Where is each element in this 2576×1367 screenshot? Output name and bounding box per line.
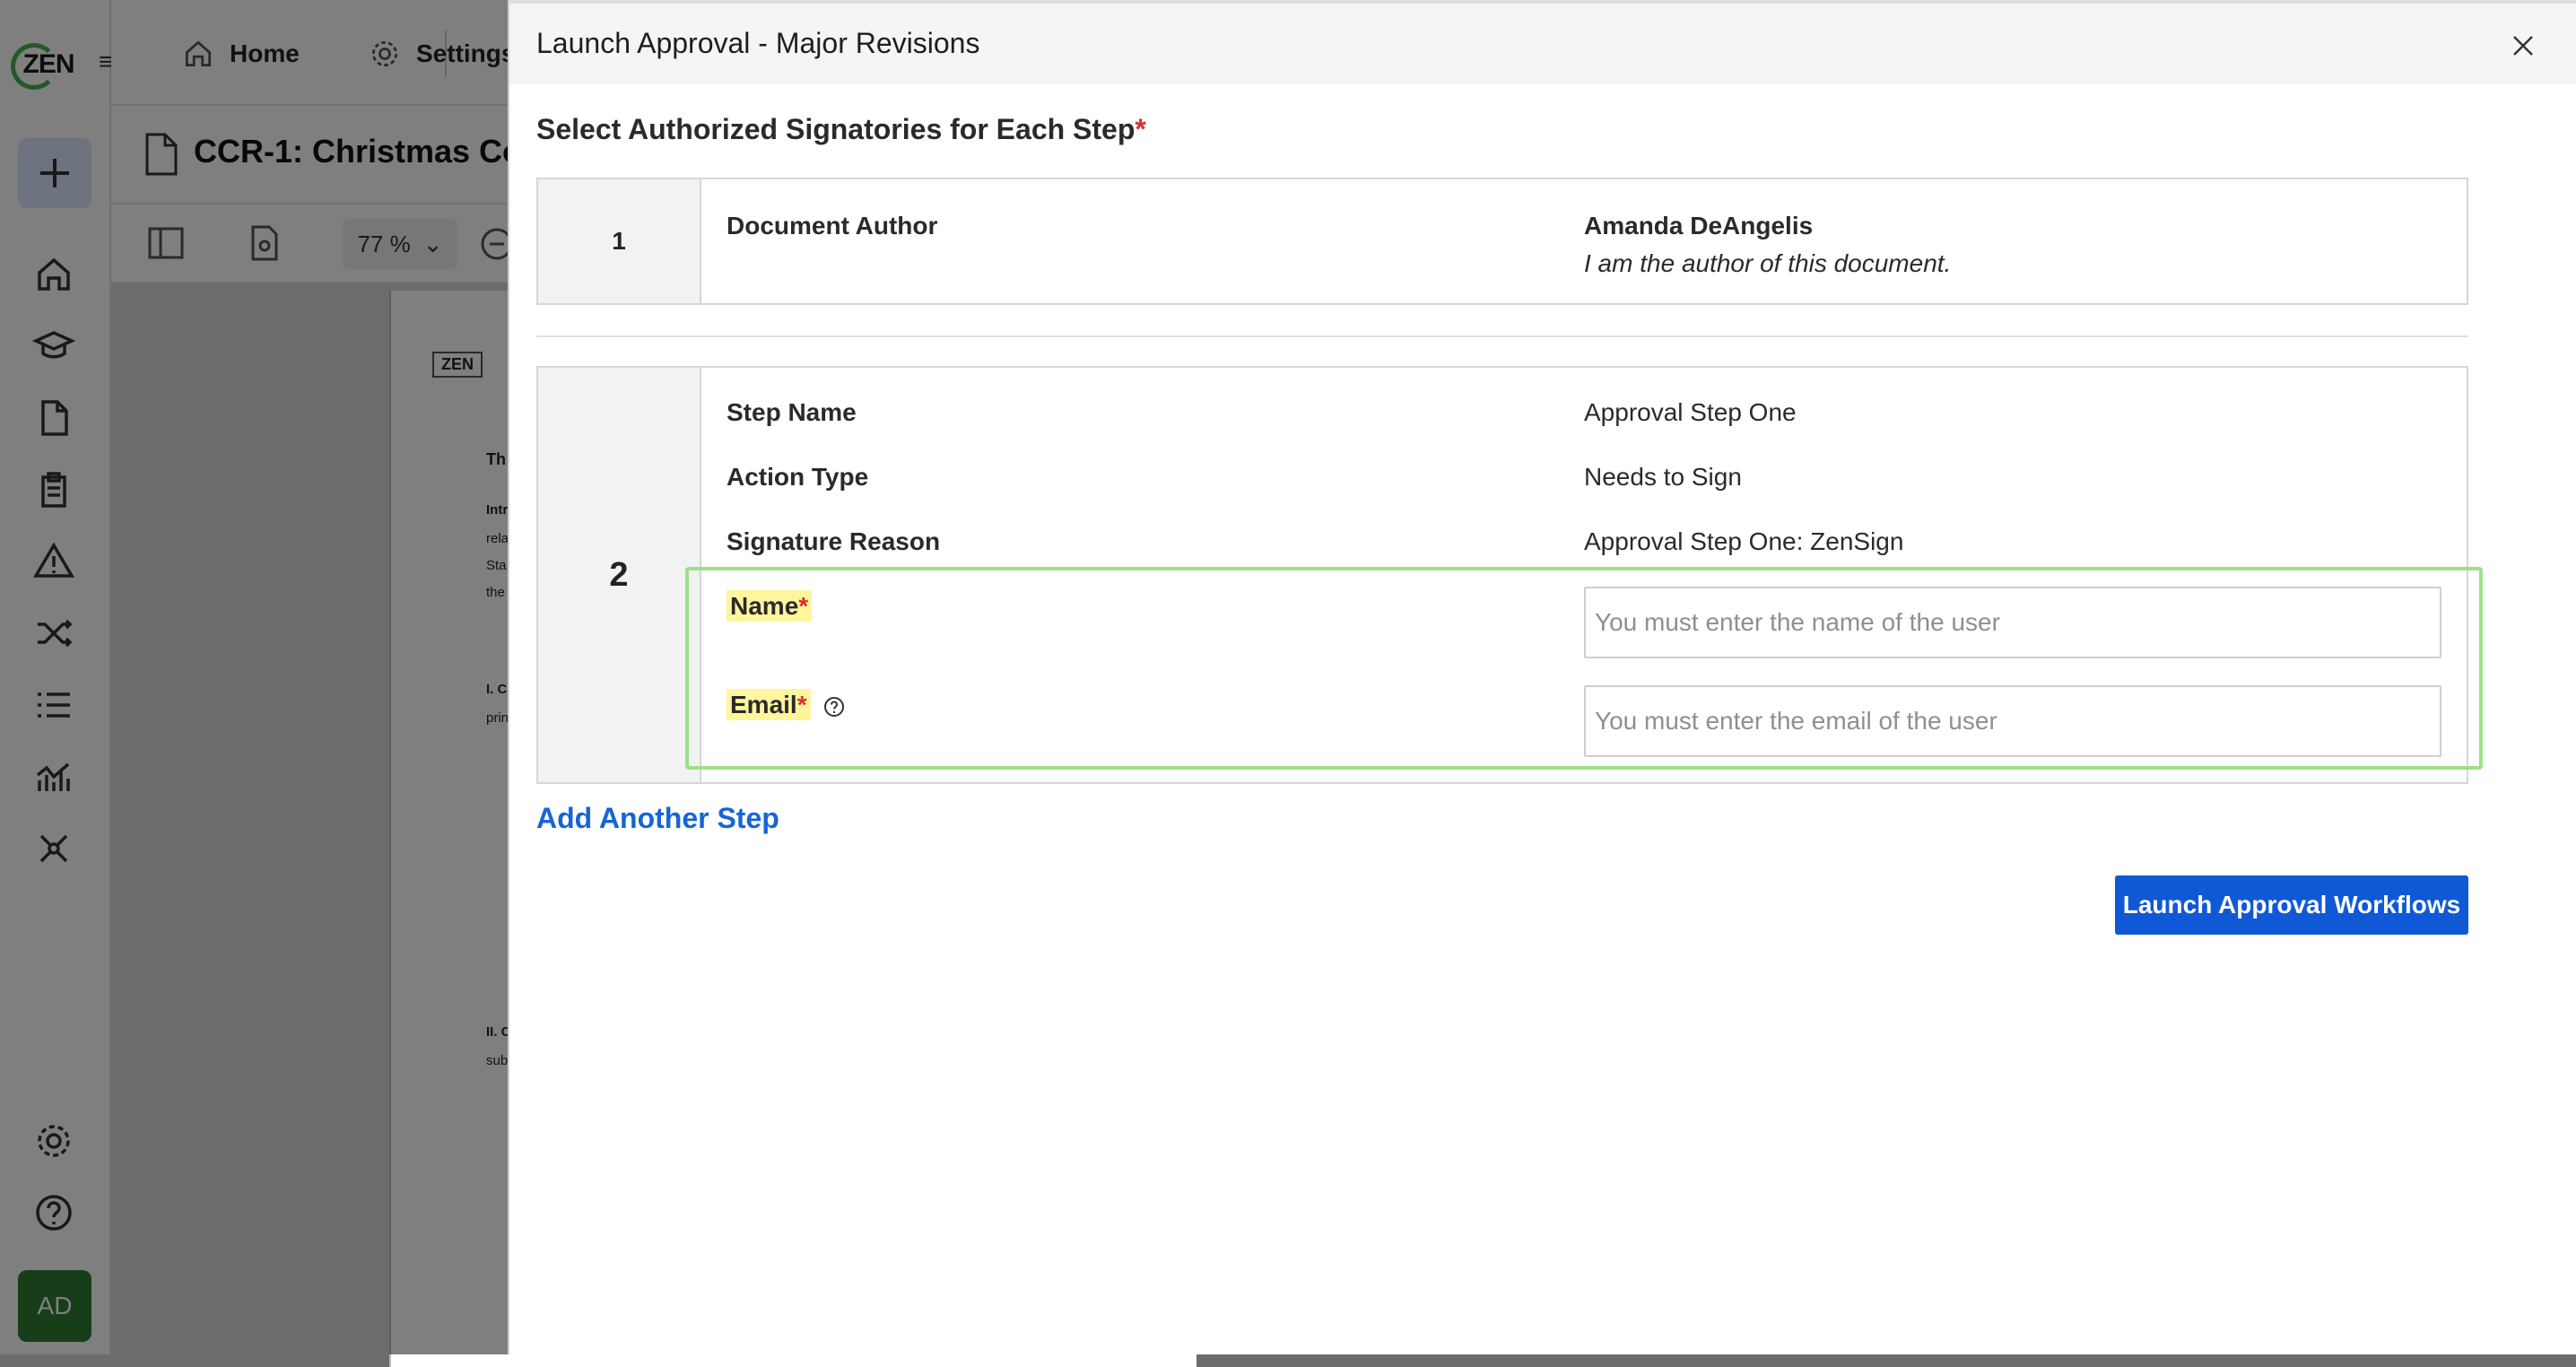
signature-reason-value: Approval Step One: ZenSign <box>1584 527 1904 555</box>
email-field-label: Email* <box>727 689 846 720</box>
section-title-text: Select Authorized Signatories for Each S… <box>536 113 1136 145</box>
close-icon <box>2513 36 2533 56</box>
launch-approval-drawer: Launch Approval - Major Revisions Select… <box>508 0 2576 1354</box>
action-type-value: Needs to Sign <box>1584 463 1742 491</box>
name-label-text: Name* <box>727 590 813 622</box>
email-input[interactable] <box>1584 685 2441 757</box>
author-note: I am the author of this document. <box>1584 249 1952 277</box>
author-name: Amanda DeAngelis <box>1584 212 1814 239</box>
name-input[interactable] <box>1584 587 2441 658</box>
action-type-label: Action Type <box>727 463 869 491</box>
step-card-2: 2 Step Name Approval Step One Action Typ… <box>536 366 2468 784</box>
add-another-step-link[interactable]: Add Another Step <box>536 802 779 835</box>
step-name-value: Approval Step One <box>1584 398 1797 426</box>
step-name-label: Step Name <box>727 398 857 426</box>
close-button[interactable] <box>2508 30 2538 61</box>
required-marker: * <box>1135 113 1146 145</box>
email-label-text: Email* <box>727 689 811 720</box>
drawer-header: Launch Approval - Major Revisions <box>509 0 2576 84</box>
step-divider <box>536 335 2468 337</box>
drawer-title: Launch Approval - Major Revisions <box>536 27 980 59</box>
document-author-label: Document Author <box>727 212 938 239</box>
step-number: 2 <box>538 368 701 782</box>
signature-reason-label: Signature Reason <box>727 527 941 555</box>
launch-approval-workflows-button[interactable]: Launch Approval Workflows <box>2115 875 2468 935</box>
help-circle-icon[interactable] <box>822 695 846 718</box>
step-card-1: 1 Document Author Amanda DeAngelis I am … <box>536 178 2468 305</box>
step-number: 1 <box>538 179 701 303</box>
section-title: Select Authorized Signatories for Each S… <box>536 113 1146 146</box>
name-field-label: Name* <box>727 590 813 622</box>
